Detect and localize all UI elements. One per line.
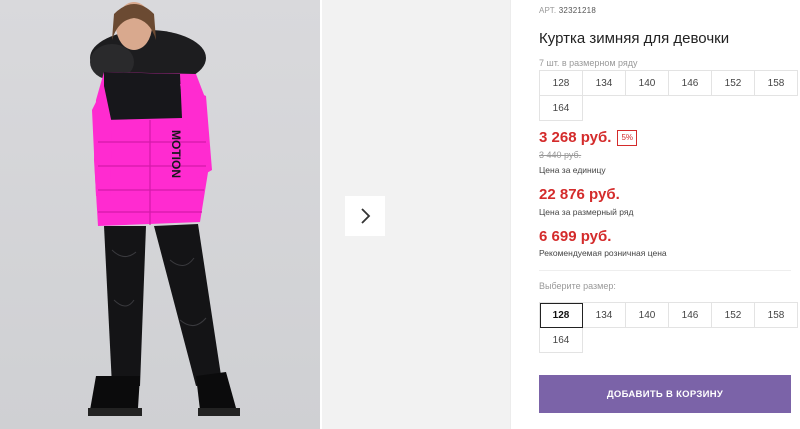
size-option-152[interactable]: 152 [712, 303, 755, 328]
retail-price-label: Рекомендуемая розничная цена [539, 248, 667, 258]
product-photo-illustration: MOTION [88, 2, 240, 416]
size-row-cell: 146 [669, 71, 712, 96]
unit-price-row: 3 268 руб. 5% [539, 129, 638, 146]
size-option-158[interactable]: 158 [755, 303, 798, 328]
size-option-128[interactable]: 128 [540, 303, 583, 328]
size-row-cell: 152 [712, 71, 755, 96]
size-row-grid: 128 134 140 146 152 158 164 [539, 70, 798, 121]
unit-price: 3 268 руб. [539, 129, 612, 146]
next-image-button[interactable] [345, 196, 385, 236]
jacket-print: MOTION [169, 130, 183, 178]
discount-badge: 5% [617, 129, 638, 146]
section-divider [539, 270, 791, 271]
size-option-134[interactable]: 134 [583, 303, 626, 328]
row-price: 22 876 руб. [539, 186, 620, 203]
product-photo[interactable]: MOTION [0, 0, 320, 429]
article-number: 32321218 [558, 6, 596, 15]
size-option-146[interactable]: 146 [669, 303, 712, 328]
retail-price: 6 699 руб. [539, 228, 612, 245]
chevron-right-icon [361, 208, 371, 224]
sizes-in-row-note: 7 шт. в размерном ряду [539, 58, 638, 68]
unit-price-label: Цена за единицу [539, 165, 606, 175]
product-title: Куртка зимняя для девочки [539, 30, 730, 47]
choose-size-label: Выберите размер: [539, 281, 616, 291]
old-price: 3 440 руб. [539, 150, 582, 160]
product-gallery: MOTION [0, 0, 510, 429]
size-option-140[interactable]: 140 [626, 303, 669, 328]
size-row-cell: 140 [626, 71, 669, 96]
size-row-cell: 134 [583, 71, 626, 96]
column-divider [510, 0, 511, 429]
article-code: АРТ. 32321218 [539, 6, 596, 15]
article-label: АРТ. [539, 6, 557, 15]
size-row-cell: 158 [755, 71, 798, 96]
size-option-164[interactable]: 164 [540, 328, 583, 353]
size-selector: 128 134 140 146 152 158 164 [539, 302, 798, 353]
size-row-cell: 164 [540, 96, 583, 121]
add-to-cart-button[interactable]: ДОБАВИТЬ В КОРЗИНУ [539, 375, 791, 413]
size-row-cell: 128 [540, 71, 583, 96]
row-price-label: Цена за размерный ряд [539, 207, 634, 217]
